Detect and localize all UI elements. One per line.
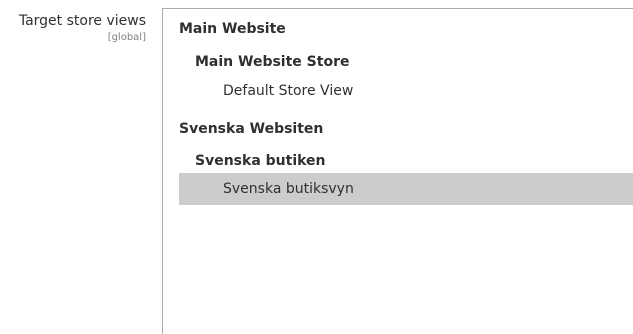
option-default-store-view[interactable]: Default Store View bbox=[179, 75, 633, 107]
optgroup-website-svenska: Svenska Websiten bbox=[179, 121, 324, 137]
option-svenska-butiksvyn[interactable]: Svenska butiksvyn bbox=[179, 173, 633, 205]
optgroup-store-svenska: Svenska butiken bbox=[195, 153, 326, 169]
store-views-multiselect[interactable]: Main Website Main Website Store Default … bbox=[162, 8, 633, 334]
store-views-field: Target store views [global] Main Website… bbox=[0, 0, 633, 334]
scope-label: [global] bbox=[107, 32, 146, 43]
optgroup-website-main: Main Website bbox=[179, 21, 286, 37]
field-label: Target store views [global] bbox=[0, 13, 146, 44]
optgroup-store-main: Main Website Store bbox=[195, 54, 350, 70]
field-label-text: Target store views bbox=[18, 13, 146, 29]
